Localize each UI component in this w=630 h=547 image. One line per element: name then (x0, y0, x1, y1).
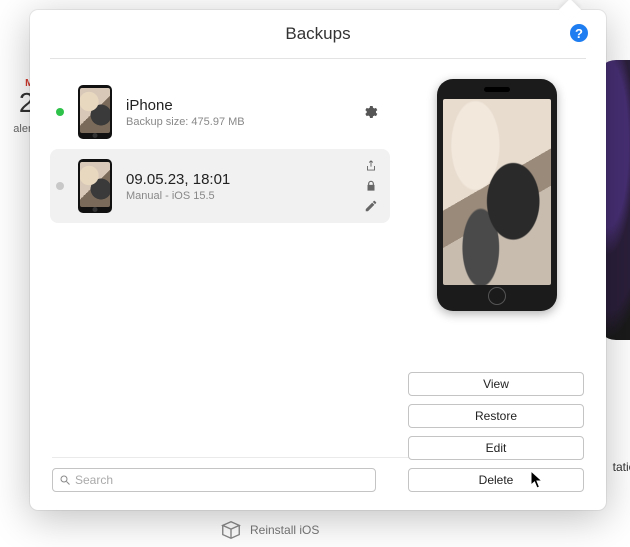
device-info: iPhone Backup size: 475.97 MB (126, 97, 348, 128)
device-preview (408, 75, 586, 311)
backup-row[interactable]: 09.05.23, 18:01 Manual - iOS 15.5 (50, 149, 390, 223)
phone-screen (443, 99, 551, 285)
status-dot-online (56, 108, 64, 116)
search-icon (59, 474, 71, 486)
action-buttons: View Restore Edit Delete (408, 372, 584, 492)
device-thumbnail (78, 85, 112, 139)
device-name: iPhone (126, 97, 348, 114)
reinstall-label: Reinstall iOS (250, 523, 319, 537)
device-row[interactable]: iPhone Backup size: 475.97 MB (50, 75, 390, 149)
device-subtitle: Backup size: 475.97 MB (126, 116, 348, 128)
search-field[interactable] (52, 468, 376, 492)
lock-icon[interactable] (364, 179, 378, 193)
phone-mockup (437, 79, 557, 311)
delete-button[interactable]: Delete (408, 468, 584, 492)
help-button[interactable]: ? (570, 24, 588, 42)
status-dot-idle (56, 182, 64, 190)
backups-popup: Backups ? iPhone Backup size: 475.97 MB (30, 10, 606, 510)
edit-icon[interactable] (364, 199, 378, 213)
search-input[interactable] (75, 473, 369, 487)
view-button[interactable]: View (408, 372, 584, 396)
popup-header: Backups ? (30, 10, 606, 58)
backup-subtitle: Manual - iOS 15.5 (126, 190, 350, 202)
gear-icon[interactable] (362, 104, 378, 120)
edit-button[interactable]: Edit (408, 436, 584, 460)
restore-button[interactable]: Restore (408, 404, 584, 428)
backup-title: 09.05.23, 18:01 (126, 171, 350, 188)
popup-title: Backups (285, 24, 350, 44)
background-reinstall: Reinstall iOS (220, 519, 319, 541)
backup-list: iPhone Backup size: 475.97 MB 09.05.23, … (50, 75, 390, 311)
backup-row-actions (364, 159, 378, 213)
background-text: tation (613, 460, 630, 474)
backup-info: 09.05.23, 18:01 Manual - iOS 15.5 (126, 171, 350, 202)
share-icon[interactable] (364, 159, 378, 173)
backup-thumbnail (78, 159, 112, 213)
box-icon (220, 519, 242, 541)
